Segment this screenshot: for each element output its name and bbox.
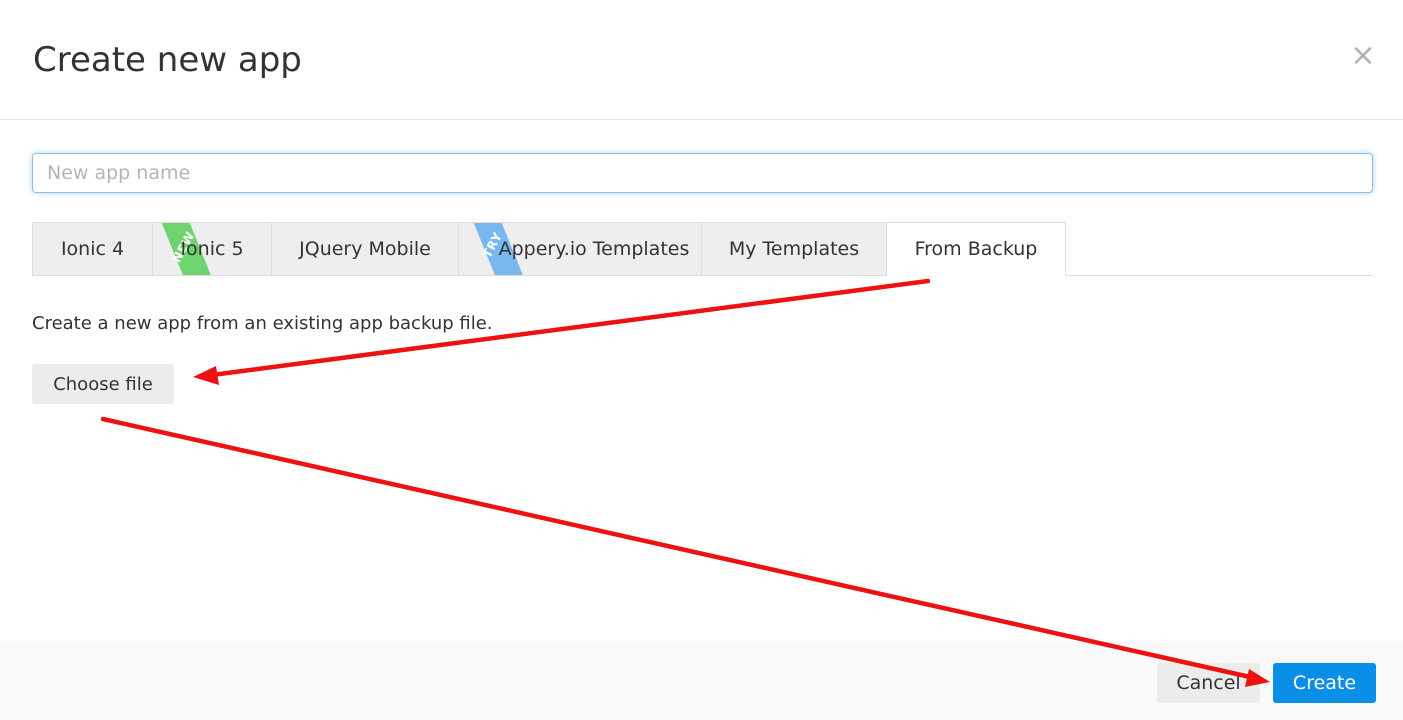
tab-my-templates[interactable]: My Templates — [701, 222, 887, 275]
template-tabs: Ionic 4 NEW Ionic 5 JQuery Mobile TRY Ap… — [32, 222, 1373, 276]
tab-jquery-mobile[interactable]: JQuery Mobile — [271, 222, 459, 275]
dialog-title: Create new app — [33, 40, 302, 80]
cancel-button[interactable]: Cancel — [1157, 663, 1260, 703]
tab-ionic-5[interactable]: NEW Ionic 5 — [152, 222, 272, 275]
close-icon[interactable]: × — [1348, 40, 1378, 72]
tab-from-backup[interactable]: From Backup — [886, 222, 1066, 276]
create-button[interactable]: Create — [1273, 663, 1376, 703]
tab-label: JQuery Mobile — [299, 238, 431, 260]
tab-label: Ionic 4 — [60, 238, 125, 260]
annotation-arrow-line — [100, 416, 1253, 680]
tab-label: From Backup — [914, 238, 1038, 260]
tab-appery-templates[interactable]: TRY Appery.io Templates — [458, 222, 702, 275]
tab-label: Ionic 5 — [180, 238, 244, 260]
annotation-arrowhead — [193, 366, 219, 385]
tab-label: My Templates — [728, 238, 860, 260]
tab-ionic-4[interactable]: Ionic 4 — [32, 222, 153, 275]
create-app-dialog: Create new app × Ionic 4 NEW Ionic 5 JQu… — [0, 0, 1403, 720]
choose-file-button[interactable]: Choose file — [32, 364, 174, 404]
app-name-input[interactable] — [32, 153, 1373, 193]
tab-label: Appery.io Templates — [498, 238, 690, 260]
backup-description: Create a new app from an existing app ba… — [32, 313, 493, 334]
dialog-header: Create new app × — [0, 0, 1403, 120]
